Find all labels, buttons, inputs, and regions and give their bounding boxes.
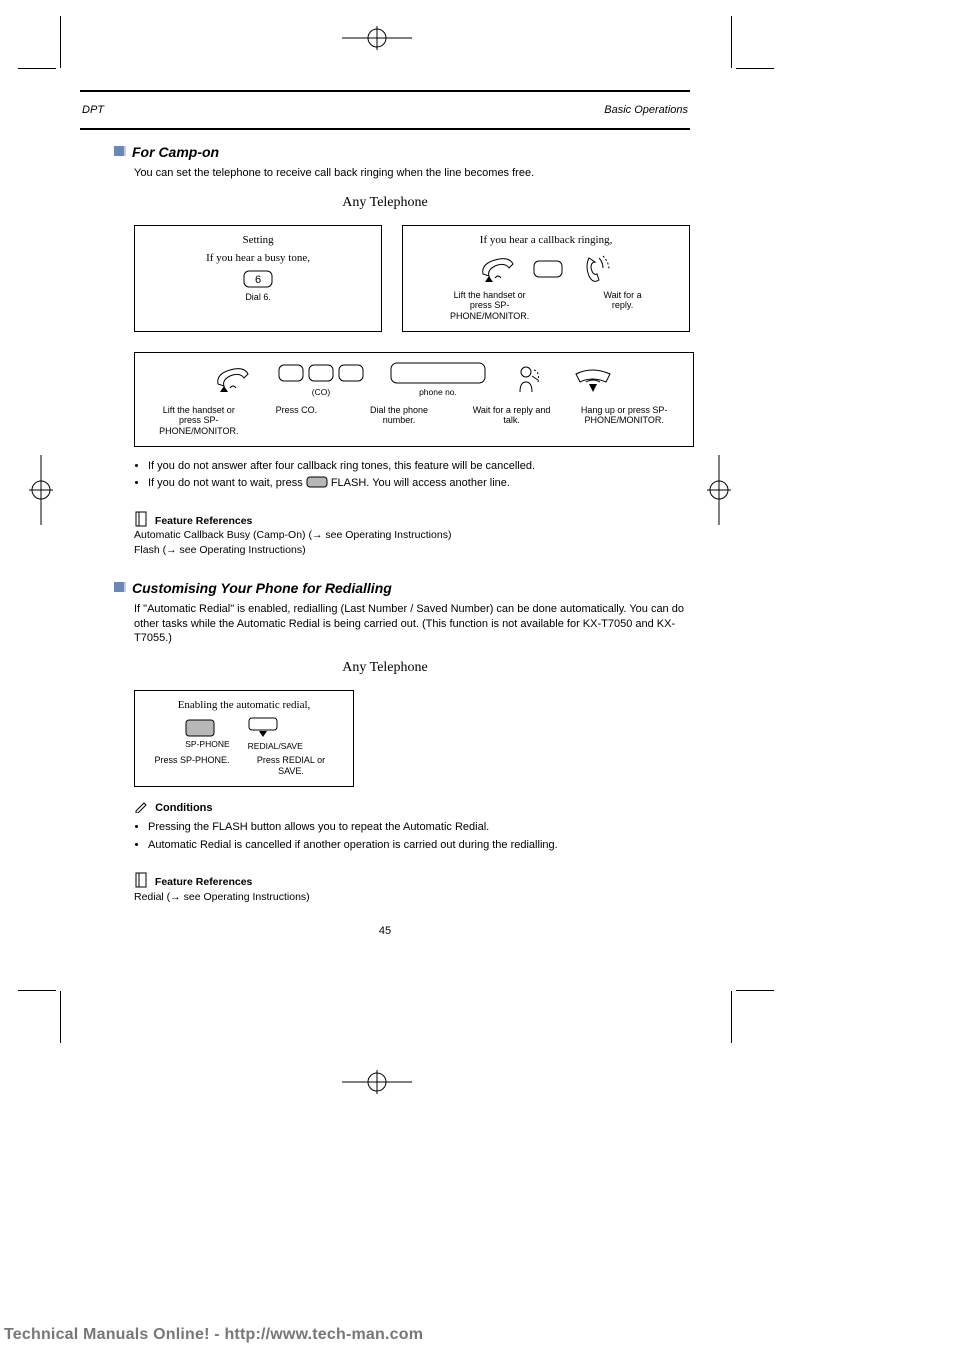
refs-header: Feature References [155, 515, 252, 527]
handset-up-icon [214, 364, 252, 394]
autoredial-sub-sp: Press SP-PHONE. [152, 755, 232, 776]
redial-refs: Feature References Redial (→ see Operati… [134, 871, 690, 904]
refs-item: Automatic Callback Busy (Camp-On) (→ see… [134, 528, 690, 543]
phone-number-field-icon: phone no. [390, 361, 486, 397]
cropmark [736, 68, 774, 69]
keycap-blank-icon [533, 260, 563, 278]
redial-conditions-block: Conditions Pressing the FLASH button all… [134, 799, 690, 853]
panel-autoredial-caption: Enabling the automatic redial, [178, 699, 311, 711]
keycap-6-icon: 6 [243, 270, 273, 288]
feature-redial-title: Customising Your Phone for Redialling [114, 580, 690, 596]
handset-down-icon [572, 364, 614, 394]
campon-conditions: If you do not answer after four callback… [134, 459, 690, 492]
handset-ringing-icon [579, 252, 613, 286]
any-telephone-label: Any Telephone [80, 195, 690, 211]
registration-mark-icon [342, 24, 412, 52]
feature-title-text: For Camp-on [132, 144, 219, 160]
dialout-sub-reply: Wait for a reply and talk. [472, 405, 552, 436]
cond-cancel-suffix: You will access another line. [372, 477, 510, 489]
bullet-icon [114, 582, 124, 592]
registration-mark-icon [27, 455, 55, 525]
cropmark [60, 991, 61, 1043]
panel-setting: Setting If you hear a busy tone, 6 Dial … [134, 225, 382, 332]
callback-sub-wait: Wait for a reply. [598, 290, 648, 321]
book-icon [134, 871, 148, 889]
co-label: (CO) [278, 387, 364, 397]
callback-sub-lift: Lift the handset or press SP-PHONE/MONIT… [445, 290, 535, 321]
cond-item: If you do not want to wait, press FLASH.… [148, 476, 690, 491]
cond-item: Pressing the FLASH button allows you to … [148, 820, 690, 835]
redial-label: REDIAL/SAVE [248, 741, 303, 751]
registration-mark-icon [705, 455, 733, 525]
page-header: DPT Basic Operations [80, 90, 690, 130]
phoneno-label: phone no. [390, 387, 486, 397]
campon-refs: Feature References Automatic Callback Bu… [134, 510, 690, 558]
feature-campon-lead: You can set the telephone to receive cal… [134, 166, 690, 181]
bullet-icon [114, 146, 124, 156]
cond-item: Automatic Redial is cancelled if another… [148, 838, 690, 853]
feature-campon-title: For Camp-on [114, 144, 690, 160]
sp-phone-key-icon: SP-PHONE [185, 719, 229, 749]
person-talking-icon [512, 362, 546, 396]
footer-line: Technical Manuals Online! - http://www.t… [4, 1326, 423, 1344]
dialout-sub-phone: Dial the phone number. [354, 405, 444, 436]
registration-mark-icon [342, 1068, 412, 1096]
panel-autoredial: Enabling the automatic redial, SP-PHONE … [134, 690, 354, 787]
handset-up-icon [479, 254, 517, 284]
feature-title-text: Customising Your Phone for Redialling [132, 580, 392, 596]
any-telephone-label: Any Telephone [80, 660, 690, 676]
cond-item: If you do not answer after four callback… [148, 459, 690, 474]
cropmark [18, 990, 56, 991]
svg-text:6: 6 [255, 274, 261, 286]
refs-item: Redial (→ see Operating Instructions) [134, 890, 690, 905]
cropmark [736, 990, 774, 991]
refs-item: Flash (→ see Operating Instructions) [134, 543, 690, 558]
feature-redial-lead: If "Automatic Redial" is enabled, redial… [134, 602, 690, 647]
cropmark [731, 991, 732, 1043]
header-right: Basic Operations [604, 104, 688, 116]
sp-label: SP-PHONE [185, 739, 229, 749]
panel-setting-caption-2: If you hear a busy tone, [206, 252, 310, 264]
panel-setting-sub: Dial 6. [145, 292, 371, 302]
co-keys-icon: (CO) [278, 361, 364, 397]
cropmark [18, 68, 56, 69]
dialout-sub-lift: Lift the handset or press SP-PHONE/MONIT… [159, 405, 239, 436]
cond-header: Conditions [155, 802, 212, 814]
panel-dialout: (CO) phone no. Lift the handset or press… [134, 352, 694, 447]
dialout-sub-hangup: Hang up or press SP-PHONE/MONITOR. [579, 405, 669, 436]
panel-callback-caption: If you hear a callback ringing, [480, 234, 613, 246]
redial-save-key-icon: REDIAL/SAVE [248, 717, 303, 751]
page-number: 45 [80, 925, 690, 937]
refs-header: Feature References [155, 876, 252, 888]
flash-key-icon [306, 476, 328, 488]
cond-cancel-prefix: If you do not want to wait, press [148, 477, 306, 489]
header-left: DPT [82, 104, 104, 116]
cropmark [731, 16, 732, 68]
cropmark [60, 16, 61, 68]
pencil-icon [134, 799, 148, 813]
dialout-sub-co: Press CO. [266, 405, 326, 436]
autoredial-sub-redial: Press REDIAL or SAVE. [246, 755, 336, 776]
panel-callback: If you hear a callback ringing, Lift the… [402, 225, 690, 332]
book-icon [134, 510, 148, 528]
cond-cancel-link: FLASH. [331, 477, 370, 489]
panel-setting-caption-1: Setting [242, 234, 273, 246]
